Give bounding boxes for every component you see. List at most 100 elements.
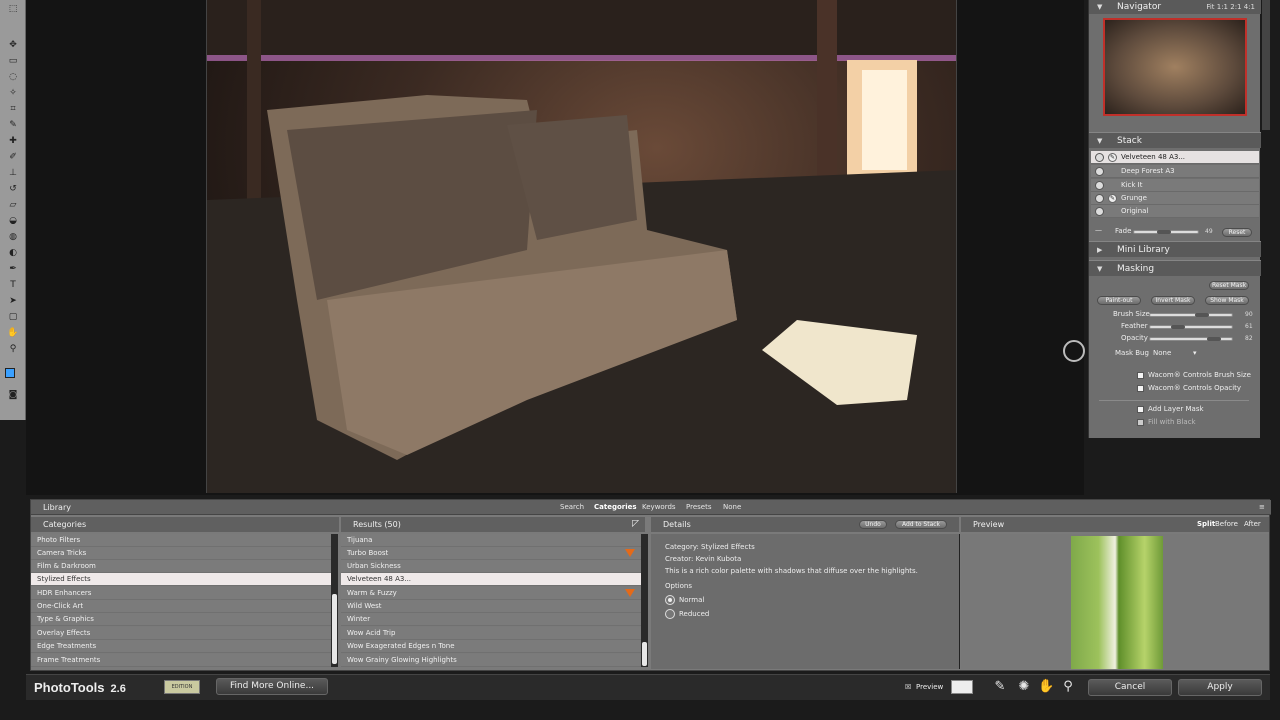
- category-item[interactable]: Film & Darkroom: [31, 560, 331, 573]
- brush-size-slider[interactable]: [1149, 313, 1233, 317]
- cancel-button[interactable]: Cancel: [1088, 679, 1172, 696]
- opacity-knob[interactable]: [1207, 337, 1221, 341]
- hand-tool-icon[interactable]: ✋: [6, 328, 20, 338]
- result-item[interactable]: Urban Sickness: [341, 560, 641, 573]
- stack-item[interactable]: ✎ Grunge: [1091, 192, 1259, 205]
- eye-icon[interactable]: [1095, 153, 1104, 162]
- eyedropper-tool-icon[interactable]: ✎: [6, 120, 20, 130]
- mini-library-header[interactable]: ▶ Mini Library: [1089, 241, 1261, 257]
- result-item[interactable]: Wild West: [341, 600, 641, 613]
- navigator-thumbnail[interactable]: [1103, 18, 1247, 116]
- preview-mode-before[interactable]: Before: [1215, 517, 1238, 532]
- right-panel-scrollbar[interactable]: [1262, 0, 1270, 130]
- paint-out-button[interactable]: Paint-out: [1097, 296, 1141, 305]
- category-item[interactable]: Overlay Effects: [31, 627, 331, 640]
- zoom-tool-icon[interactable]: ⚲: [6, 344, 20, 354]
- tab-keywords[interactable]: Keywords: [642, 503, 676, 511]
- apply-button[interactable]: Apply: [1178, 679, 1262, 696]
- remove-layer-icon[interactable]: —: [1095, 226, 1102, 234]
- stack-header[interactable]: ▼ Stack: [1089, 132, 1261, 148]
- favorite-flag-icon[interactable]: [625, 549, 635, 557]
- tab-presets[interactable]: Presets: [686, 503, 711, 511]
- brush-size-knob[interactable]: [1195, 313, 1209, 317]
- photo-canvas[interactable]: [206, 0, 957, 493]
- eye-icon[interactable]: [1095, 207, 1104, 216]
- library-menu-icon[interactable]: ≡: [1259, 503, 1265, 511]
- history-brush-tool-icon[interactable]: ↺: [6, 184, 20, 194]
- category-item-selected[interactable]: Stylized Effects: [31, 573, 331, 586]
- quickmask-tool-icon[interactable]: ◙: [6, 390, 20, 400]
- foreground-color-swatch[interactable]: [5, 368, 15, 378]
- eye-icon[interactable]: [1095, 181, 1104, 190]
- wacom-brush-checkbox[interactable]: [1137, 372, 1144, 379]
- show-mask-button[interactable]: Show Mask: [1205, 296, 1249, 305]
- result-item[interactable]: Warm & Fuzzy: [341, 587, 641, 600]
- sort-icon[interactable]: ◸: [632, 517, 639, 532]
- result-item[interactable]: Winter: [341, 613, 641, 626]
- brush-tool-icon[interactable]: ✐: [6, 152, 20, 162]
- preview-mode-split[interactable]: Split: [1197, 517, 1215, 532]
- stack-item[interactable]: Kick It: [1091, 179, 1259, 192]
- result-item[interactable]: Wow Exagerated Edges n Tone: [341, 640, 641, 653]
- result-item[interactable]: Wow Acid Trip: [341, 627, 641, 640]
- lasso-tool-icon[interactable]: ◌: [6, 72, 20, 82]
- blur-tool-icon[interactable]: ◍: [6, 232, 20, 242]
- tab-categories[interactable]: Categories: [594, 503, 637, 511]
- undo-button[interactable]: Undo: [859, 520, 887, 529]
- mask-bug-select[interactable]: None: [1153, 349, 1171, 357]
- marquee-tool-icon[interactable]: ⬚: [6, 4, 20, 14]
- add-to-stack-button[interactable]: Add to Stack: [895, 520, 947, 529]
- brush-icon[interactable]: ✎: [1108, 153, 1117, 162]
- brush-icon[interactable]: ✎: [1108, 194, 1117, 203]
- crop-tool-icon[interactable]: ⌗: [6, 104, 20, 114]
- results-scrollbar[interactable]: [641, 534, 648, 667]
- split-view-icon[interactable]: [951, 680, 973, 694]
- stamp-tool-icon[interactable]: ⊥: [6, 168, 20, 178]
- pen-tool-icon[interactable]: ✒: [6, 264, 20, 274]
- fill-black-checkbox[interactable]: [1137, 419, 1144, 426]
- result-item[interactable]: Wow Grainy Glowing Highlights: [341, 654, 641, 667]
- hand-icon[interactable]: ✋: [1038, 679, 1054, 695]
- category-item[interactable]: Type & Graphics: [31, 613, 331, 626]
- add-layer-mask-checkbox[interactable]: [1137, 406, 1144, 413]
- stack-item[interactable]: Original: [1091, 205, 1259, 218]
- gear-icon[interactable]: ✺: [1016, 679, 1032, 695]
- find-more-online-button[interactable]: Find More Online...: [216, 678, 328, 695]
- stack-item[interactable]: ✎ Velveteen 48 A3...: [1091, 151, 1259, 164]
- navigator-header[interactable]: ▼ Navigator Fit 1:1 2:1 4:1: [1089, 0, 1261, 14]
- eye-icon[interactable]: [1095, 194, 1104, 203]
- fade-slider-knob[interactable]: [1157, 230, 1171, 234]
- feather-slider[interactable]: [1149, 325, 1233, 329]
- wacom-opacity-checkbox[interactable]: [1137, 385, 1144, 392]
- eraser-tool-icon[interactable]: ▱: [6, 200, 20, 210]
- zoom-icon[interactable]: ⚲: [1060, 679, 1076, 695]
- dodge-tool-icon[interactable]: ◐: [6, 248, 20, 258]
- result-item[interactable]: Turbo Boost: [341, 547, 641, 560]
- path-select-tool-icon[interactable]: ➤: [6, 296, 20, 306]
- category-item[interactable]: Photo Filters: [31, 534, 331, 547]
- invert-mask-button[interactable]: Invert Mask: [1151, 296, 1195, 305]
- favorite-flag-icon[interactable]: [625, 589, 635, 597]
- heal-tool-icon[interactable]: ✚: [6, 136, 20, 146]
- tab-search[interactable]: Search: [560, 503, 584, 511]
- type-tool-icon[interactable]: T: [6, 280, 20, 290]
- chevron-down-icon[interactable]: ▾: [1193, 349, 1197, 357]
- select-tool-icon[interactable]: ▭: [6, 56, 20, 66]
- shape-tool-icon[interactable]: ▢: [6, 312, 20, 322]
- categories-scrollbar[interactable]: [331, 534, 338, 667]
- category-item[interactable]: One-Click Art: [31, 600, 331, 613]
- reset-mask-button[interactable]: Reset Mask: [1209, 281, 1249, 290]
- category-item[interactable]: Camera Tricks: [31, 547, 331, 560]
- category-item[interactable]: HDR Enhancers: [31, 587, 331, 600]
- preview-checkbox-icon[interactable]: ☒: [905, 683, 911, 691]
- stack-item[interactable]: Deep Forest A3: [1091, 165, 1259, 178]
- tab-none[interactable]: None: [723, 503, 741, 511]
- eye-icon[interactable]: [1095, 167, 1104, 176]
- brush-icon[interactable]: ✎: [992, 679, 1008, 695]
- category-item[interactable]: Edge Treatments: [31, 640, 331, 653]
- preview-image[interactable]: [1071, 536, 1163, 669]
- masking-header[interactable]: ▼ Masking: [1089, 260, 1261, 276]
- category-item[interactable]: Frame Treatments: [31, 654, 331, 667]
- navigator-zoom-options[interactable]: Fit 1:1 2:1 4:1: [1206, 0, 1255, 15]
- reset-button[interactable]: Reset: [1222, 228, 1252, 237]
